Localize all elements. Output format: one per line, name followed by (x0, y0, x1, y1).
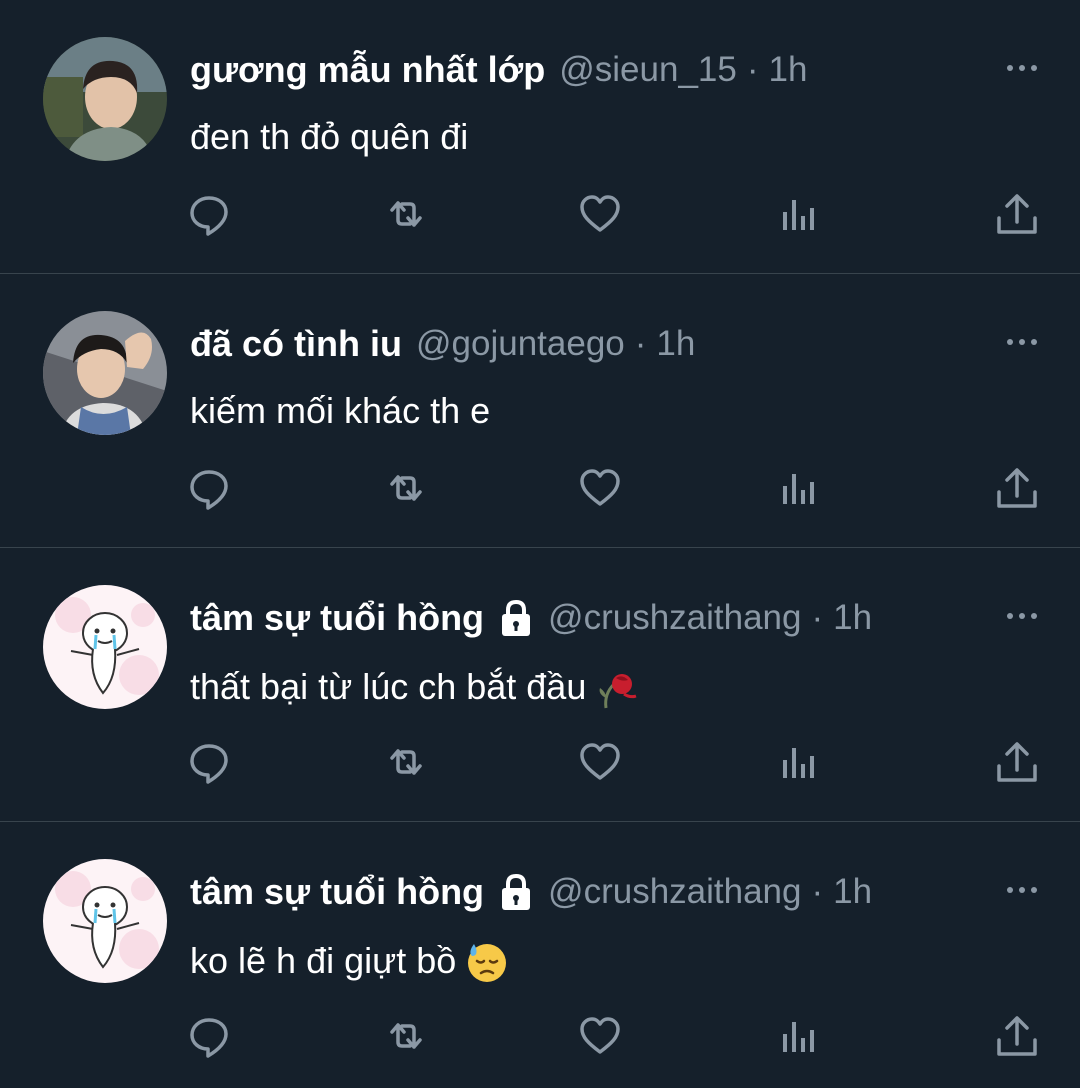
tweet-text-content: đen th đỏ quên đi (190, 116, 469, 157)
reply-button[interactable] (187, 1012, 231, 1060)
separator-dot: · (811, 598, 824, 637)
tweet-header: đã có tình iu @gojuntaego · 1h (190, 319, 695, 369)
tweet-text: đen th đỏ quên đi (190, 116, 468, 158)
like-button[interactable] (578, 1012, 622, 1060)
tweet-text-content: thất bại từ lúc ch bắt đầu (190, 666, 587, 707)
analytics-icon (783, 1022, 814, 1052)
tweet-text: thất bại từ lúc ch bắt đầu (190, 664, 640, 710)
user-handle[interactable]: @crushzaithang (548, 598, 801, 638)
like-icon (580, 469, 620, 506)
more-options-icon[interactable] (1004, 880, 1040, 900)
more-options-icon[interactable] (1004, 606, 1040, 626)
more-options-icon[interactable] (1004, 332, 1040, 352)
retweet-button[interactable] (384, 1012, 428, 1060)
like-button[interactable] (578, 190, 622, 238)
analytics-icon (783, 748, 814, 778)
cartoon-avatar (43, 859, 167, 983)
tweet[interactable]: đã có tình iu @gojuntaego · 1h kiếm mối … (0, 274, 1080, 548)
timestamp[interactable]: 1h (769, 50, 808, 90)
share-button[interactable] (995, 738, 1039, 786)
analytics-icon (783, 474, 814, 504)
reply-button[interactable] (187, 464, 231, 512)
share-icon (997, 742, 1037, 782)
like-button[interactable] (578, 464, 622, 512)
analytics-button[interactable] (776, 190, 820, 238)
tweet-actions (0, 464, 1080, 516)
timestamp[interactable]: 1h (656, 324, 695, 364)
protected-lock-icon (502, 873, 531, 910)
tweet-header: gương mẫu nhất lớp @sieun_15 · 1h (190, 45, 807, 95)
analytics-button[interactable] (776, 738, 820, 786)
reply-icon (190, 1018, 228, 1058)
tweet-feed: gương mẫu nhất lớp @sieun_15 · 1h đen th… (0, 0, 1080, 1088)
tweet-header: tâm sự tuổi hồng @crushzaithang · 1h (190, 867, 872, 917)
avatar[interactable] (43, 37, 167, 161)
display-name[interactable]: gương mẫu nhất lớp (190, 49, 545, 91)
cartoon-avatar (43, 585, 167, 709)
display-name[interactable]: đã có tình iu (190, 323, 402, 365)
retweet-button[interactable] (384, 464, 428, 512)
like-icon (580, 743, 620, 780)
separator-dot: · (811, 872, 824, 911)
tweet-text-content: ko lẽ h đi giựt bồ (190, 940, 457, 981)
photo-avatar (43, 311, 167, 435)
tweet-actions (0, 1012, 1080, 1064)
timestamp[interactable]: 1h (833, 598, 872, 638)
share-icon (997, 1016, 1037, 1056)
retweet-button[interactable] (384, 738, 428, 786)
retweet-icon (390, 749, 422, 775)
wilted-flower-emoji (599, 674, 637, 709)
downcast-sweat-emoji (468, 944, 507, 982)
share-button[interactable] (995, 190, 1039, 238)
like-icon (580, 195, 620, 232)
protected-lock-icon (502, 599, 531, 636)
reply-button[interactable] (187, 190, 231, 238)
user-handle[interactable]: @sieun_15 (559, 50, 737, 90)
tweet-header: tâm sự tuổi hồng @crushzaithang · 1h (190, 593, 872, 643)
tweet-actions (0, 190, 1080, 242)
analytics-button[interactable] (776, 464, 820, 512)
retweet-icon (390, 201, 422, 227)
avatar[interactable] (43, 859, 167, 983)
user-handle[interactable]: @gojuntaego (416, 324, 625, 364)
tweet[interactable]: gương mẫu nhất lớp @sieun_15 · 1h đen th… (0, 0, 1080, 274)
tweet-text: kiếm mối khác th e (190, 390, 490, 432)
separator-dot: · (746, 50, 759, 89)
retweet-icon (390, 475, 422, 501)
avatar[interactable] (43, 585, 167, 709)
like-icon (580, 1017, 620, 1054)
photo-avatar (43, 37, 167, 161)
share-button[interactable] (995, 1012, 1039, 1060)
avatar[interactable] (43, 311, 167, 435)
retweet-icon (390, 1023, 422, 1049)
analytics-icon (783, 200, 814, 230)
tweet-text: ko lẽ h đi giựt bồ (190, 938, 510, 984)
retweet-button[interactable] (384, 190, 428, 238)
more-options-icon[interactable] (1004, 58, 1040, 78)
tweet[interactable]: tâm sự tuổi hồng @crushzaithang · 1h ko … (0, 822, 1080, 1088)
separator-dot: · (634, 324, 647, 363)
reply-icon (190, 470, 228, 510)
tweet-actions (0, 738, 1080, 790)
display-name[interactable]: tâm sự tuổi hồng (190, 597, 484, 639)
reply-icon (190, 744, 228, 784)
like-button[interactable] (578, 738, 622, 786)
tweet-text-content: kiếm mối khác th e (190, 390, 491, 431)
analytics-button[interactable] (776, 1012, 820, 1060)
reply-icon (190, 196, 228, 236)
timestamp[interactable]: 1h (833, 872, 872, 912)
share-icon (997, 468, 1037, 508)
share-icon (997, 194, 1037, 234)
tweet[interactable]: tâm sự tuổi hồng @crushzaithang · 1h thấ… (0, 548, 1080, 822)
reply-button[interactable] (187, 738, 231, 786)
user-handle[interactable]: @crushzaithang (548, 872, 801, 912)
display-name[interactable]: tâm sự tuổi hồng (190, 871, 484, 913)
share-button[interactable] (995, 464, 1039, 512)
